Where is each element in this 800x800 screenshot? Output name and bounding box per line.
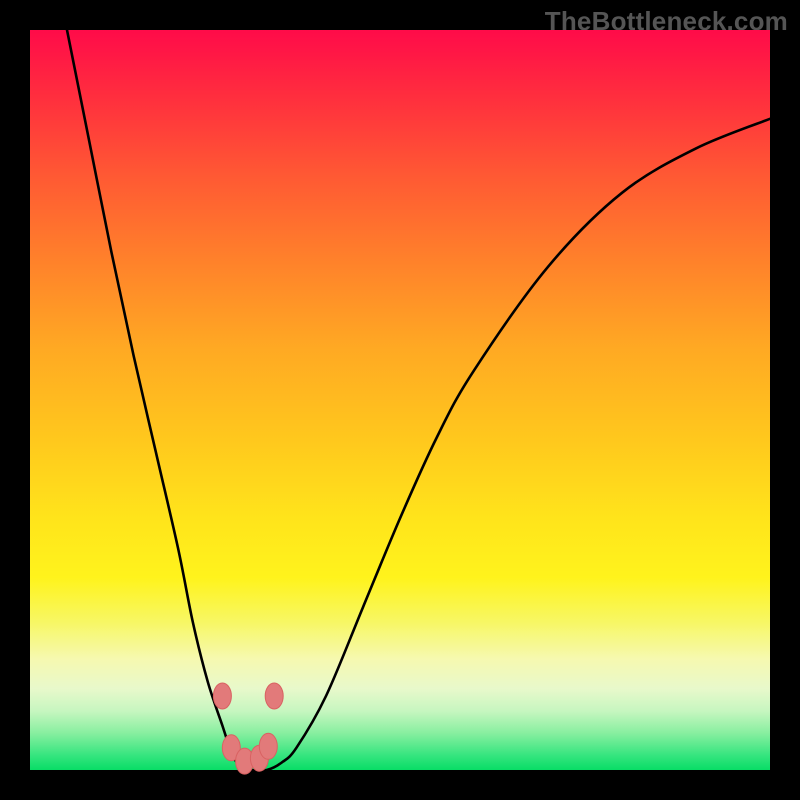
- plot-area: [30, 30, 770, 770]
- curve-marker: [213, 683, 231, 709]
- curve-marker: [259, 733, 277, 759]
- bottleneck-curve-svg: [30, 30, 770, 770]
- bottleneck-curve-path: [67, 30, 770, 771]
- curve-marker: [265, 683, 283, 709]
- chart-frame: TheBottleneck.com: [0, 0, 800, 800]
